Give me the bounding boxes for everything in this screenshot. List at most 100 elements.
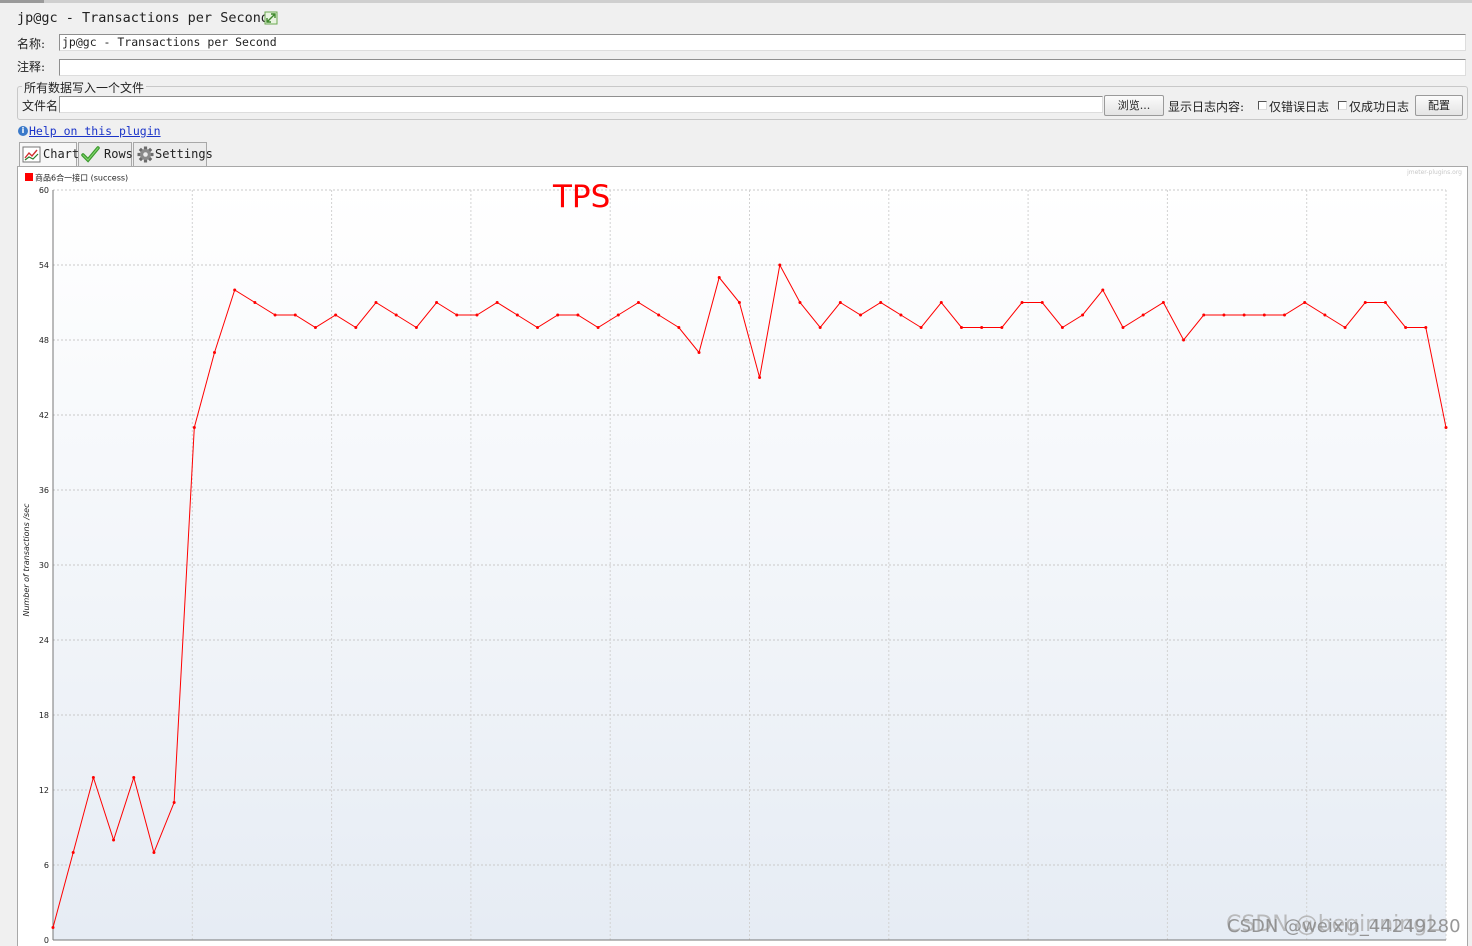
data-point: [152, 851, 156, 854]
window-top-edge: [0, 0, 1472, 3]
y-tick-labels: 0 6 12 18 24 30 36 42 48 54 60: [39, 186, 49, 945]
data-point: [677, 326, 681, 329]
data-point: [596, 326, 600, 329]
data-point: [515, 313, 519, 317]
panel-title: jp@gc - Transactions per Second: [17, 10, 269, 26]
data-point: [959, 326, 963, 329]
data-point: [798, 301, 802, 304]
jmeter-plugins-watermark: jmeter-plugins.org: [1406, 169, 1462, 176]
comment-input[interactable]: [59, 59, 1466, 76]
data-point: [939, 301, 943, 304]
y-tick-label: 60: [39, 186, 49, 195]
window-tab-stub: [0, 0, 44, 3]
data-point: [1182, 338, 1186, 342]
tab-settings-label: Settings: [155, 147, 213, 161]
data-point: [172, 801, 176, 804]
info-icon: i: [18, 126, 28, 136]
data-point: [576, 313, 580, 317]
errors-only-checkbox[interactable]: [1258, 101, 1267, 110]
data-point: [980, 326, 984, 329]
tab-chart[interactable]: Chart: [19, 142, 80, 167]
data-point: [616, 313, 620, 317]
checkmark-icon: [81, 146, 100, 163]
data-point: [919, 326, 923, 329]
filename-input[interactable]: [59, 96, 1103, 113]
data-point: [737, 301, 741, 304]
data-point: [455, 313, 459, 317]
data-point: [1222, 313, 1226, 317]
data-point: [1000, 326, 1004, 329]
data-point: [1303, 301, 1307, 304]
data-point: [838, 301, 842, 304]
configure-button[interactable]: 配置: [1415, 95, 1463, 116]
data-point: [475, 313, 479, 317]
data-point: [313, 326, 317, 329]
browse-button[interactable]: 浏览...: [1104, 95, 1164, 116]
data-point: [1141, 313, 1145, 317]
data-point: [1081, 313, 1085, 317]
log-content-label: 显示日志内容:: [1168, 100, 1245, 114]
tab-rows[interactable]: Rows: [78, 142, 133, 166]
tab-settings[interactable]: Settings: [133, 142, 213, 166]
data-point: [414, 326, 418, 329]
data-point: [354, 326, 358, 329]
errors-only-label: 仅错误日志: [1269, 100, 1330, 114]
data-point: [556, 313, 560, 317]
help-link[interactable]: Help on this plugin: [29, 124, 161, 138]
expand-icon[interactable]: [264, 11, 278, 25]
data-point: [636, 301, 640, 304]
legend-label: 商品6合一接口 (success): [35, 173, 128, 183]
data-point: [213, 351, 217, 354]
data-point: [1101, 288, 1105, 292]
filename-label: 文件名: [22, 99, 59, 113]
data-point: [1363, 301, 1367, 304]
data-point: [233, 288, 237, 292]
tab-rows-label: Rows: [104, 147, 133, 161]
data-point: [1060, 326, 1064, 329]
data-point: [374, 301, 378, 304]
data-point: [879, 301, 883, 304]
data-point: [1383, 301, 1387, 304]
tab-chart-label: Chart: [43, 147, 80, 161]
data-point: [1242, 313, 1246, 317]
legend-swatch: [25, 173, 33, 181]
data-point: [1121, 326, 1125, 329]
data-point: [1262, 313, 1266, 317]
chart-icon: [22, 146, 41, 163]
chart-panel: 0 6 12 18 24 30 36 42 48 54 60 商品6合一接口 (success) j…: [17, 166, 1468, 946]
data-point: [1404, 326, 1408, 329]
data-point: [758, 376, 762, 379]
data-point: [112, 838, 116, 842]
data-point: [1282, 313, 1286, 317]
y-tick-label: 42: [39, 411, 49, 420]
data-point: [859, 313, 863, 317]
data-point: [697, 351, 701, 354]
data-point: [818, 326, 822, 329]
gear-icon: [137, 146, 154, 163]
data-point: [1161, 301, 1165, 304]
y-tick-label: 48: [39, 336, 49, 345]
data-point: [132, 776, 136, 779]
data-point: [1424, 326, 1428, 329]
data-point: [536, 326, 540, 329]
comment-label: 注释:: [17, 60, 46, 74]
data-point: [293, 313, 297, 317]
write-to-file-group-title: 所有数据写入一个文件: [22, 79, 147, 96]
y-tick-label: 18: [39, 711, 49, 720]
y-tick-label: 12: [39, 786, 49, 795]
name-input[interactable]: jp@gc - Transactions per Second: [59, 34, 1466, 51]
data-point: [1323, 313, 1327, 317]
data-point: [1020, 301, 1024, 304]
data-point: [192, 426, 196, 429]
name-label: 名称:: [17, 37, 46, 51]
data-point: [394, 313, 398, 317]
data-point: [51, 926, 55, 929]
y-tick-label: 6: [44, 861, 49, 870]
success-only-checkbox[interactable]: [1338, 101, 1347, 110]
data-point: [495, 301, 499, 304]
y-tick-label: 24: [39, 636, 49, 645]
data-point: [1202, 313, 1206, 317]
data-point: [717, 276, 721, 279]
data-point: [899, 313, 903, 317]
y-tick-label: 54: [39, 261, 49, 270]
